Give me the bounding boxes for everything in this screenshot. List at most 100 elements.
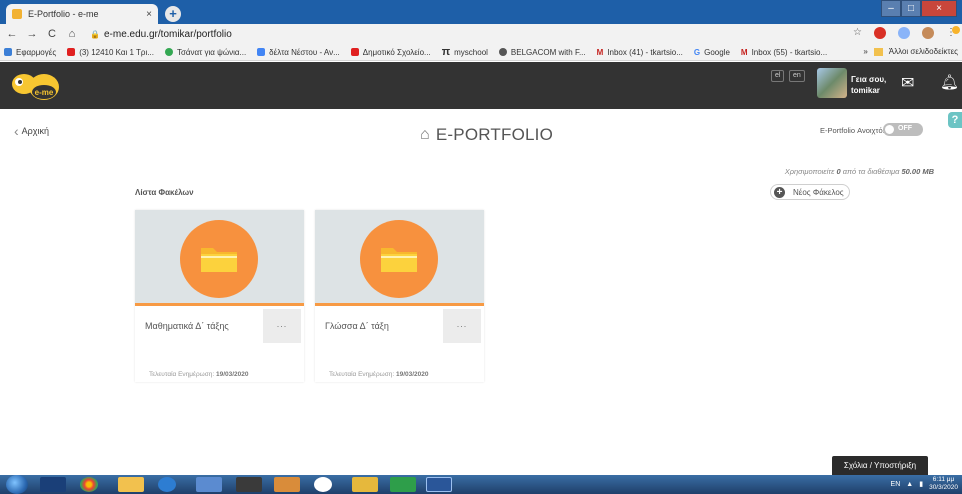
pi-icon: π bbox=[441, 46, 451, 58]
reload-icon[interactable]: C bbox=[44, 28, 60, 40]
tab-close-icon[interactable]: × bbox=[146, 9, 152, 20]
browser-tab[interactable]: E-Portfolio - e-me × bbox=[6, 4, 158, 24]
bookmark-item[interactable]: Τσάνατ για ψώνια... bbox=[164, 48, 246, 57]
folder-name[interactable]: Μαθηματικά Δ΄ τάξης bbox=[145, 321, 229, 331]
folder-icon[interactable] bbox=[118, 477, 144, 492]
clock[interactable]: 6:11 μμ 30/3/2020 bbox=[929, 476, 958, 492]
bookmark-item[interactable]: BELGACOM with F... bbox=[498, 48, 586, 57]
star-icon[interactable]: ☆ bbox=[853, 27, 862, 39]
app-icon[interactable] bbox=[314, 477, 332, 492]
folder-updated: Τελευταία Ενημέρωση: 19/03/2020 bbox=[149, 371, 249, 378]
browser-titlebar: E-Portfolio - e-me × + – □ × bbox=[0, 0, 962, 24]
clock-time: 6:11 μμ bbox=[932, 476, 955, 483]
toggle-knob bbox=[885, 125, 894, 134]
usage-mid: από τα διαθέσιμα bbox=[840, 167, 902, 176]
tab-favicon-icon bbox=[12, 9, 22, 19]
site-icon bbox=[164, 48, 173, 56]
app-icon[interactable] bbox=[352, 477, 378, 492]
folder-icon-circle bbox=[180, 220, 258, 298]
new-tab-button[interactable]: + bbox=[165, 6, 181, 22]
e-me-logo[interactable]: e-me bbox=[10, 71, 78, 103]
word-icon[interactable] bbox=[426, 477, 452, 492]
extension-icon[interactable] bbox=[874, 27, 886, 39]
other-bookmarks-label: Άλλοι σελιδοδείκτες bbox=[888, 47, 958, 56]
tray-arrow-icon[interactable]: ▲ bbox=[906, 481, 913, 488]
page-title-text: E-PORTFOLIO bbox=[435, 125, 553, 144]
app-icon[interactable] bbox=[390, 477, 416, 492]
app-icon[interactable] bbox=[236, 477, 262, 492]
folder-name[interactable]: Γλώσσα Δ΄ τάξη bbox=[325, 321, 389, 331]
help-tab-icon[interactable]: ? bbox=[948, 112, 962, 128]
new-folder-button[interactable]: + Νέος Φάκελος bbox=[770, 184, 850, 200]
folder-icon bbox=[381, 248, 417, 272]
bookmarks-overflow-icon[interactable]: » bbox=[863, 47, 867, 56]
bell-icon[interactable]: 🔔︎ bbox=[940, 74, 959, 92]
folder-card[interactable]: Γλώσσα Δ΄ τάξη ... Τελευταία Ενημέρωση: … bbox=[315, 210, 484, 382]
ie-icon[interactable] bbox=[158, 477, 176, 492]
bookmark-item[interactable]: G Google bbox=[694, 48, 730, 57]
home-icon: ⌂ bbox=[420, 126, 430, 143]
folder-updated: Τελευταία Ενημέρωση: 19/03/2020 bbox=[329, 371, 429, 378]
folder-menu-button[interactable]: ... bbox=[263, 309, 301, 343]
folder-thumbnail[interactable] bbox=[315, 210, 484, 306]
language-indicator[interactable]: EN bbox=[891, 481, 901, 488]
folder-card-body: Μαθηματικά Δ΄ τάξης ... Τελευταία Ενημέρ… bbox=[135, 309, 304, 382]
lang-en-button[interactable]: en bbox=[789, 70, 805, 82]
clock-date: 30/3/2020 bbox=[929, 484, 958, 491]
close-window-button[interactable]: × bbox=[921, 0, 957, 17]
user-greeting[interactable]: Γεια σου, tomikar bbox=[851, 74, 886, 96]
app-icon[interactable] bbox=[274, 477, 300, 492]
logo-text: e-me bbox=[35, 88, 54, 97]
back-home-link[interactable]: ‹ Αρχική bbox=[14, 124, 50, 138]
media-player-icon[interactable] bbox=[40, 477, 66, 492]
tab-title: E-Portfolio - e-me bbox=[28, 9, 99, 19]
bookmark-item[interactable]: Εφαρμογές bbox=[4, 48, 56, 57]
home-icon[interactable]: ⌂ bbox=[64, 28, 80, 40]
page-title: ⌂ E-PORTFOLIO bbox=[420, 125, 553, 145]
start-button-icon[interactable] bbox=[6, 475, 28, 494]
plus-icon: + bbox=[774, 186, 785, 198]
profile-avatar-icon[interactable] bbox=[922, 27, 934, 39]
network-icon[interactable]: ▮ bbox=[919, 480, 923, 488]
bookmark-item[interactable]: M Inbox (41) - tkartsio... bbox=[597, 48, 683, 57]
gmail-icon: M bbox=[596, 47, 604, 57]
lock-icon[interactable]: 🔒 bbox=[90, 30, 100, 39]
lang-el-button[interactable]: el bbox=[771, 70, 785, 82]
google-icon bbox=[257, 48, 266, 56]
youtube-icon bbox=[350, 48, 359, 56]
paint-icon[interactable] bbox=[196, 477, 222, 492]
bookmark-item[interactable]: δέλτα Νέστου - Αν... bbox=[257, 48, 340, 57]
toggle-state: OFF bbox=[898, 125, 912, 132]
bookmarks-bar: Εφαρμογές (3) 12410 Και 1 Τρι... Τσάνατ … bbox=[0, 44, 962, 61]
bookmark-item[interactable]: M Inbox (55) - tkartsio... bbox=[741, 48, 827, 57]
browser-toolbar: ← → C ⌂ 🔒 e-me.edu.gr/tomikar/portfolio … bbox=[0, 24, 962, 44]
folder-menu-button[interactable]: ... bbox=[443, 309, 481, 343]
google-icon: G bbox=[693, 47, 701, 57]
address-bar[interactable]: e-me.edu.gr/tomikar/portfolio bbox=[104, 29, 232, 40]
feedback-support-button[interactable]: Σχόλια / Υποστήριξη bbox=[832, 456, 928, 476]
mail-icon[interactable]: ✉ bbox=[901, 76, 914, 92]
bookmark-item[interactable]: Δημοτικό Σχολείο... bbox=[350, 48, 431, 57]
extension-icon[interactable] bbox=[898, 27, 910, 39]
window-controls: – □ × bbox=[881, 0, 957, 18]
minimize-button[interactable]: – bbox=[881, 0, 901, 17]
toolbar-right: ☆ ⋮ bbox=[853, 27, 956, 39]
folder-card[interactable]: Μαθηματικά Δ΄ τάξης ... Τελευταία Ενημέρ… bbox=[135, 210, 304, 382]
user-avatar[interactable] bbox=[817, 68, 847, 98]
windows-taskbar: EN ▲ ▮ 6:11 μμ 30/3/2020 bbox=[0, 475, 962, 494]
gmail-icon: M bbox=[740, 47, 748, 57]
chrome-icon[interactable] bbox=[80, 477, 98, 492]
bookmark-item[interactable]: (3) 12410 Και 1 Τρι... bbox=[67, 48, 154, 57]
username: tomikar bbox=[851, 86, 880, 95]
back-arrow-icon[interactable]: ← bbox=[4, 28, 20, 40]
maximize-button[interactable]: □ bbox=[901, 0, 921, 17]
other-bookmarks[interactable]: » Άλλοι σελιδοδείκτες bbox=[859, 47, 958, 56]
folder-thumbnail[interactable] bbox=[135, 210, 304, 306]
back-home-label: Αρχική bbox=[21, 126, 50, 136]
bookmark-item[interactable]: π myschool bbox=[442, 46, 488, 58]
folder-icon-circle bbox=[360, 220, 438, 298]
site-icon bbox=[498, 48, 507, 56]
folder-icon bbox=[201, 248, 237, 272]
portfolio-open-toggle[interactable]: OFF bbox=[883, 123, 923, 136]
forward-arrow-icon[interactable]: → bbox=[24, 28, 40, 40]
